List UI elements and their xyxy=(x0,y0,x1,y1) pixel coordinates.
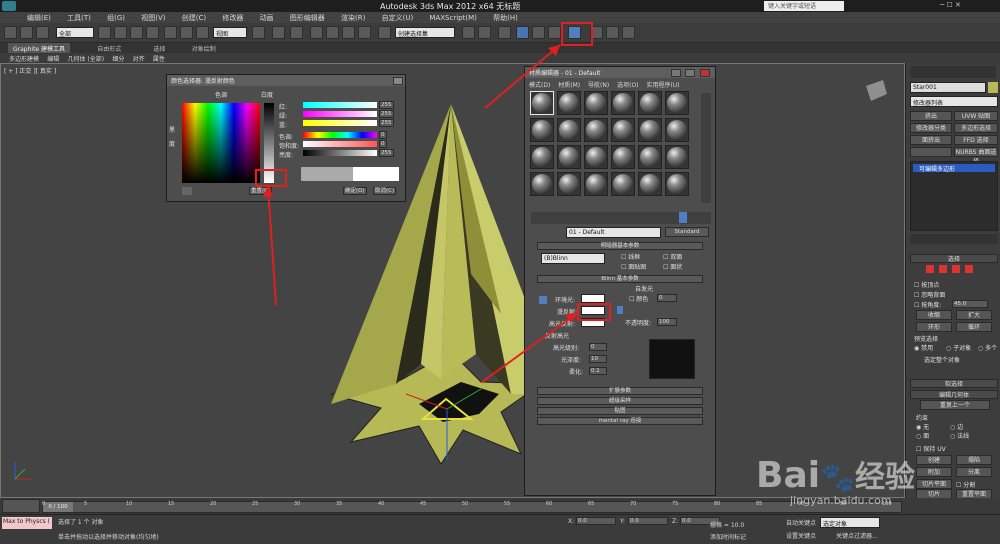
annotation-box-material-editor xyxy=(561,22,593,46)
annotation-box-diffuse xyxy=(577,303,611,321)
annotation-layer xyxy=(255,22,611,383)
annotation-box-whiteness xyxy=(255,169,287,187)
annotation-arrow-whiteness xyxy=(267,185,277,306)
annotation-arrow-diffuse xyxy=(481,313,577,383)
annotation-arrow-toolbar xyxy=(484,44,561,109)
